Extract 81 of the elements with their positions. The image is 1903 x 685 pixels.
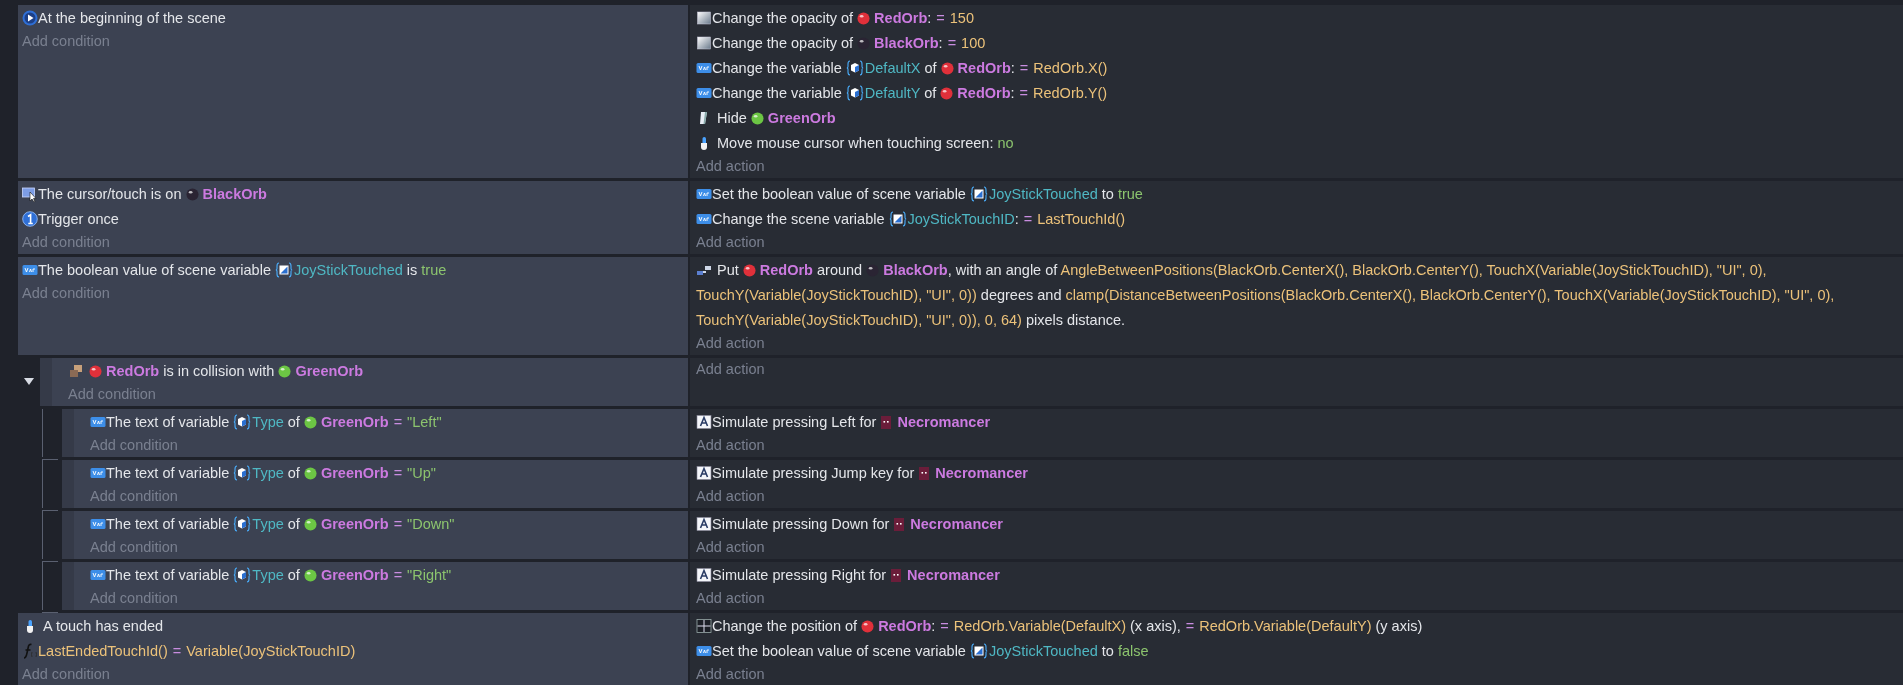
add-action-link[interactable]: Add action [696, 664, 765, 685]
add-condition-link[interactable]: Add condition [90, 435, 178, 456]
variable-icon [696, 60, 712, 76]
condition-text: At the beginning of the scene [22, 6, 226, 31]
action-text: Change the variable DefaultX of RedOrb: = RedOrb.X() [696, 56, 1108, 81]
add-condition-link[interactable]: Add condition [90, 486, 178, 507]
add-action-link[interactable]: Add action [696, 486, 765, 507]
object-variable-icon [845, 60, 864, 76]
variable-icon [22, 262, 38, 278]
condition-text: Trigger once [22, 207, 119, 232]
gradient-square-icon [696, 35, 712, 51]
action-text: Set the boolean value of scene variable JoyStickTouched to false [696, 639, 1149, 664]
action-text: Hide GreenOrb [696, 106, 836, 131]
variable-icon [90, 414, 106, 430]
action-text: Simulate pressing Jump key for Necromancer [696, 461, 1028, 486]
action-text: Simulate pressing Down for Necromancer [696, 512, 1003, 537]
add-condition-link[interactable]: Add condition [22, 664, 110, 685]
object-variable-icon [233, 567, 252, 583]
variable-icon [696, 211, 712, 227]
condition-text: The text of variable Type of GreenOrb = "Down" [90, 512, 455, 537]
character-icon [918, 466, 931, 480]
add-action-link[interactable]: Add action [696, 156, 765, 177]
object-variable-icon [233, 465, 252, 481]
add-condition-link[interactable]: Add condition [22, 31, 110, 52]
action-text: Set the boolean value of scene variable JoyStickTouched to true [696, 182, 1143, 207]
add-condition-link[interactable]: Add condition [22, 232, 110, 253]
add-action-link[interactable]: Add action [696, 232, 765, 253]
add-action-link[interactable]: Add action [696, 359, 765, 380]
action-text: Simulate pressing Left for Necromancer [696, 410, 991, 435]
variable-icon [696, 643, 712, 659]
condition-text: The text of variable Type of GreenOrb = "Up" [90, 461, 436, 486]
action-text: Change the position of RedOrb: = RedOrb.Variable(DefaultX) (x axis), = RedOrb.Variable(DefaultY) (y axis) [696, 614, 1423, 639]
condition-text: The cursor/touch is on BlackOrb [22, 182, 267, 207]
keyboard-key-icon [696, 414, 712, 430]
object-variable-icon [845, 85, 864, 101]
play-icon [22, 10, 38, 26]
action-text: Put RedOrb around BlackOrb, with an angle of AngleBetweenPositions(BlackOrb.CenterX(), BlackOrb.CenterY(), TouchX(Variable(JoyStickTouchID), "UI", 0), TouchY(Variable(JoyStickTouchID), "UI", 0)) degrees and clamp(DistanceBetweenPositions(BlackOrb.CenterX(), BlackOrb.CenterY(), TouchX(Variable(JoyStickTouchID), "UI", 0), TouchY(Variable(JoyStickTouchID), "UI", 0)), 0, 64) pixels distance. [696, 261, 1836, 330]
variable-icon [90, 465, 106, 481]
object-variable-icon [233, 414, 252, 430]
keyboard-key-icon [696, 567, 712, 583]
add-action-link[interactable]: Add action [696, 588, 765, 609]
keyboard-key-icon [696, 465, 712, 481]
character-icon [893, 517, 906, 531]
keyboard-key-icon [696, 516, 712, 532]
add-condition-link[interactable]: Add condition [68, 384, 156, 405]
object-variable-icon [233, 516, 252, 532]
add-action-link[interactable]: Add action [696, 333, 765, 354]
condition-text: A touch has ended [22, 614, 164, 639]
add-condition-link[interactable]: Add condition [90, 588, 178, 609]
action-text: Change the opacity of BlackOrb: = 100 [696, 31, 986, 56]
variable-icon [696, 85, 712, 101]
function-icon [22, 643, 38, 659]
action-text: Change the opacity of RedOrb: = 150 [696, 6, 974, 31]
character-icon [880, 415, 893, 429]
action-text: Change the variable DefaultY of RedOrb: = RedOrb.Y() [696, 81, 1108, 106]
add-action-link[interactable]: Add action [696, 537, 765, 558]
cursor-icon [22, 186, 38, 202]
condition-text: The text of variable Type of GreenOrb = "Left" [90, 410, 442, 435]
condition-text: RedOrb is in collision with GreenOrb [68, 359, 364, 384]
trigger-once-icon [22, 211, 38, 227]
scene-variable-icon [888, 211, 907, 227]
variable-icon [90, 516, 106, 532]
condition-text: The boolean value of scene variable JoyStickTouched is true [22, 258, 447, 283]
character-icon [890, 568, 903, 582]
action-text: Simulate pressing Right for Necromancer [696, 563, 1000, 588]
variable-icon [696, 186, 712, 202]
add-condition-link[interactable]: Add condition [22, 283, 110, 304]
action-text: Change the scene variable JoyStickTouchID: = LastTouchId() [696, 207, 1126, 232]
condition-text: LastEndedTouchId() = Variable(JoyStickTouchID) [22, 639, 356, 664]
add-action-link[interactable]: Add action [696, 435, 765, 456]
scene-variable-icon [275, 262, 293, 278]
grid-icon [696, 618, 712, 634]
scene-variable-icon [969, 643, 988, 659]
collapse-arrow-icon[interactable] [24, 378, 34, 386]
variable-icon [90, 567, 106, 583]
action-text: Move mouse cursor when touching screen: no [696, 131, 1014, 156]
gradient-square-icon [696, 10, 712, 26]
add-condition-link[interactable]: Add condition [90, 537, 178, 558]
collision-icon [68, 363, 84, 379]
condition-text: The text of variable Type of GreenOrb = "Right" [90, 563, 452, 588]
scene-variable-icon [969, 186, 988, 202]
